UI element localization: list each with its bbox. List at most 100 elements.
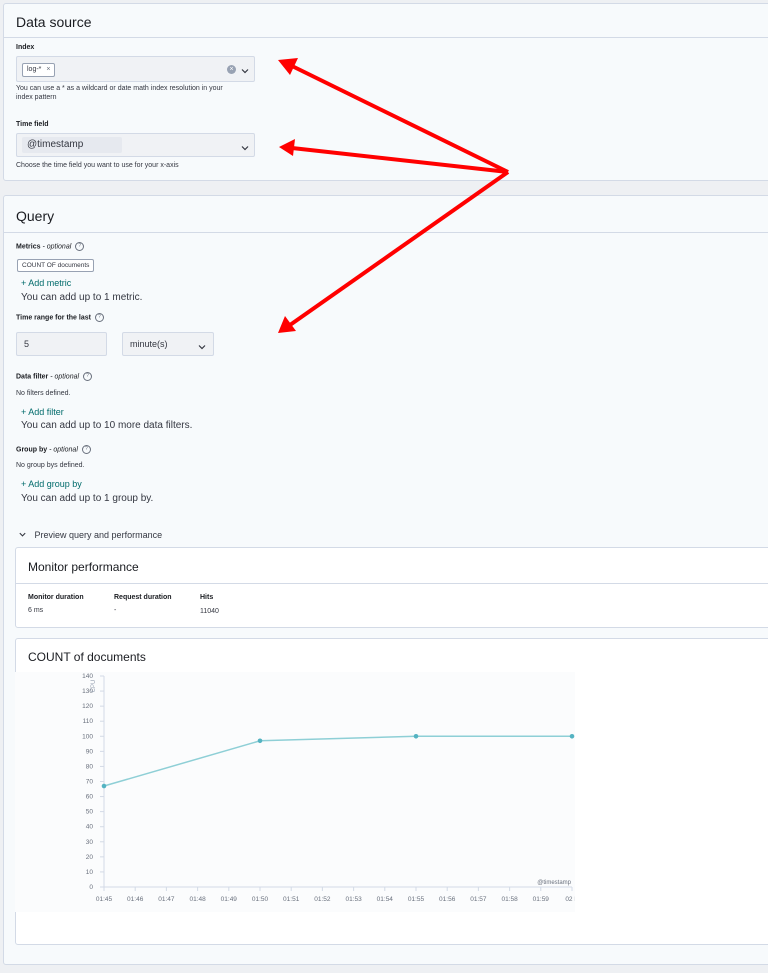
time-field-label: Time field: [16, 121, 49, 128]
index-help-line-1: You can use a * as a wildcard or date ma…: [16, 85, 223, 92]
x-tick-label: 01:56: [439, 896, 456, 903]
index-help-line-2: index pattern: [16, 94, 57, 101]
index-tag-label: log-*: [27, 66, 42, 73]
request-duration-label: Request duration: [114, 594, 172, 601]
x-tick-label: 01:55: [408, 896, 425, 903]
tag-remove-icon[interactable]: ×: [46, 66, 50, 73]
data-source-title: Data source: [16, 14, 92, 30]
x-tick-label: 01:47: [158, 896, 175, 903]
x-tick-label: 01:49: [221, 896, 238, 903]
y-tick-label: 100: [82, 733, 93, 740]
no-group-text: No group bys defined.: [16, 462, 85, 469]
divider: [4, 232, 768, 233]
monitor-performance-card: Monitor performance Monitor duration 6 m…: [15, 547, 768, 628]
time-field-help: Choose the time field you want to use fo…: [16, 162, 179, 169]
y-tick-label: 10: [86, 869, 94, 876]
time-unit-value: minute(s): [130, 339, 168, 349]
optional-text: - optional: [49, 446, 78, 454]
divider: [4, 37, 768, 38]
optional-text: - optional: [42, 243, 72, 251]
data-filter-label: Data filter - optional ?: [16, 372, 92, 381]
x-tick-label: 01:59: [533, 896, 550, 903]
metric-note: You can add up to 1 metric.: [21, 292, 143, 303]
metrics-label: Metrics - optional ?: [16, 242, 85, 251]
y-tick-label: 70: [86, 779, 94, 786]
y-tick-label: 40: [86, 824, 94, 831]
x-tick-label: 01:57: [470, 896, 487, 903]
x-tick-label: 01:48: [189, 896, 206, 903]
time-range-input[interactable]: 5: [16, 332, 107, 356]
x-tick-label: 01:58: [501, 896, 518, 903]
y-axis-label: CPU: [91, 680, 97, 693]
y-tick-label: 0: [89, 884, 93, 891]
time-field-select[interactable]: @timestamp: [16, 133, 255, 157]
time-range-value: 5: [24, 339, 30, 349]
add-group-link[interactable]: + Add group by: [21, 479, 82, 489]
data-point[interactable]: [257, 738, 263, 744]
y-tick-label: 120: [82, 703, 93, 710]
x-axis-label: @timestamp: [537, 880, 571, 886]
time-unit-select[interactable]: minute(s): [122, 332, 214, 356]
data-point[interactable]: [413, 733, 419, 739]
line-chart: 0102030405060708090100110120130140 01:45…: [15, 672, 575, 912]
y-tick-label: 50: [86, 809, 94, 816]
preview-toggle[interactable]: Preview query and performance: [18, 530, 162, 541]
time-field-value-text: @timestamp: [27, 139, 84, 150]
question-icon[interactable]: ?: [94, 313, 104, 322]
question-icon[interactable]: ?: [83, 372, 92, 381]
y-tick-label: 30: [86, 839, 94, 846]
question-icon[interactable]: ?: [75, 242, 85, 251]
metric-pill-label: COUNT OF documents: [22, 262, 90, 269]
preview-toggle-label: Preview query and performance: [34, 530, 163, 540]
metric-pill[interactable]: COUNT OF documents: [17, 259, 95, 272]
count-chart-card: COUNT of documents 0 10 20 30 40 50 60 70 80 90 10…: [15, 638, 768, 945]
monitor-duration-value: 6 ms: [28, 607, 44, 614]
time-range-label-text: Time range for the last: [16, 314, 91, 322]
y-tick-label: 110: [83, 718, 94, 725]
chevron-down-icon[interactable]: [240, 63, 250, 81]
add-filter-link[interactable]: + Add filter: [21, 407, 64, 417]
index-tag[interactable]: log-* ×: [22, 63, 56, 77]
x-tick-label: 01:53: [345, 896, 362, 903]
hits-value: 11040: [200, 608, 219, 615]
chart-background: [15, 672, 575, 912]
y-tick-label: 90: [86, 748, 94, 755]
x-tick-label: 01:52: [314, 896, 331, 903]
chevron-down-icon[interactable]: [197, 339, 207, 357]
data-point[interactable]: [101, 783, 107, 789]
clear-icon[interactable]: ×: [227, 65, 236, 74]
chevron-down-icon[interactable]: [240, 140, 250, 158]
data-point[interactable]: [569, 733, 575, 739]
x-tick-label: 01:46: [127, 896, 144, 903]
monitor-duration-label: Monitor duration: [28, 594, 84, 601]
x-tick-label: 01:51: [283, 896, 300, 903]
optional-text: - optional: [50, 373, 80, 381]
metrics-label-text: Metrics: [16, 243, 41, 251]
group-by-label: Group by - optional ?: [16, 445, 91, 454]
y-tick-label: 20: [86, 854, 94, 861]
filter-note: You can add up to 10 more data filters.: [21, 420, 193, 431]
x-tick-label: 01:50: [252, 896, 269, 903]
no-filters-text: No filters defined.: [16, 390, 71, 397]
query-title: Query: [16, 208, 55, 224]
time-range-label: Time range for the last ?: [16, 313, 104, 322]
chart-title: COUNT of documents: [28, 650, 146, 664]
x-tick-label: 01:45: [96, 896, 113, 903]
y-tick-label: 60: [86, 794, 94, 801]
y-tick-label: 140: [82, 673, 93, 680]
question-icon[interactable]: ?: [81, 445, 91, 454]
add-metric-link[interactable]: + Add metric: [21, 278, 71, 288]
y-tick-label: 80: [86, 763, 94, 770]
data-filter-label-text: Data filter: [16, 373, 49, 381]
divider: [16, 583, 768, 584]
data-source-panel: Data source Index log-* × × You can use …: [3, 3, 768, 181]
hits-label: Hits: [200, 594, 214, 601]
x-tick-label: 02 P: [565, 896, 575, 903]
chevron-down-icon: [18, 530, 27, 541]
monitor-performance-title: Monitor performance: [28, 560, 139, 574]
request-duration-value: -: [114, 607, 117, 614]
index-combobox[interactable]: log-* × ×: [16, 56, 255, 82]
index-label: Index: [16, 44, 35, 51]
group-note: You can add up to 1 group by.: [21, 493, 154, 504]
x-tick-label: 01:54: [377, 896, 394, 903]
